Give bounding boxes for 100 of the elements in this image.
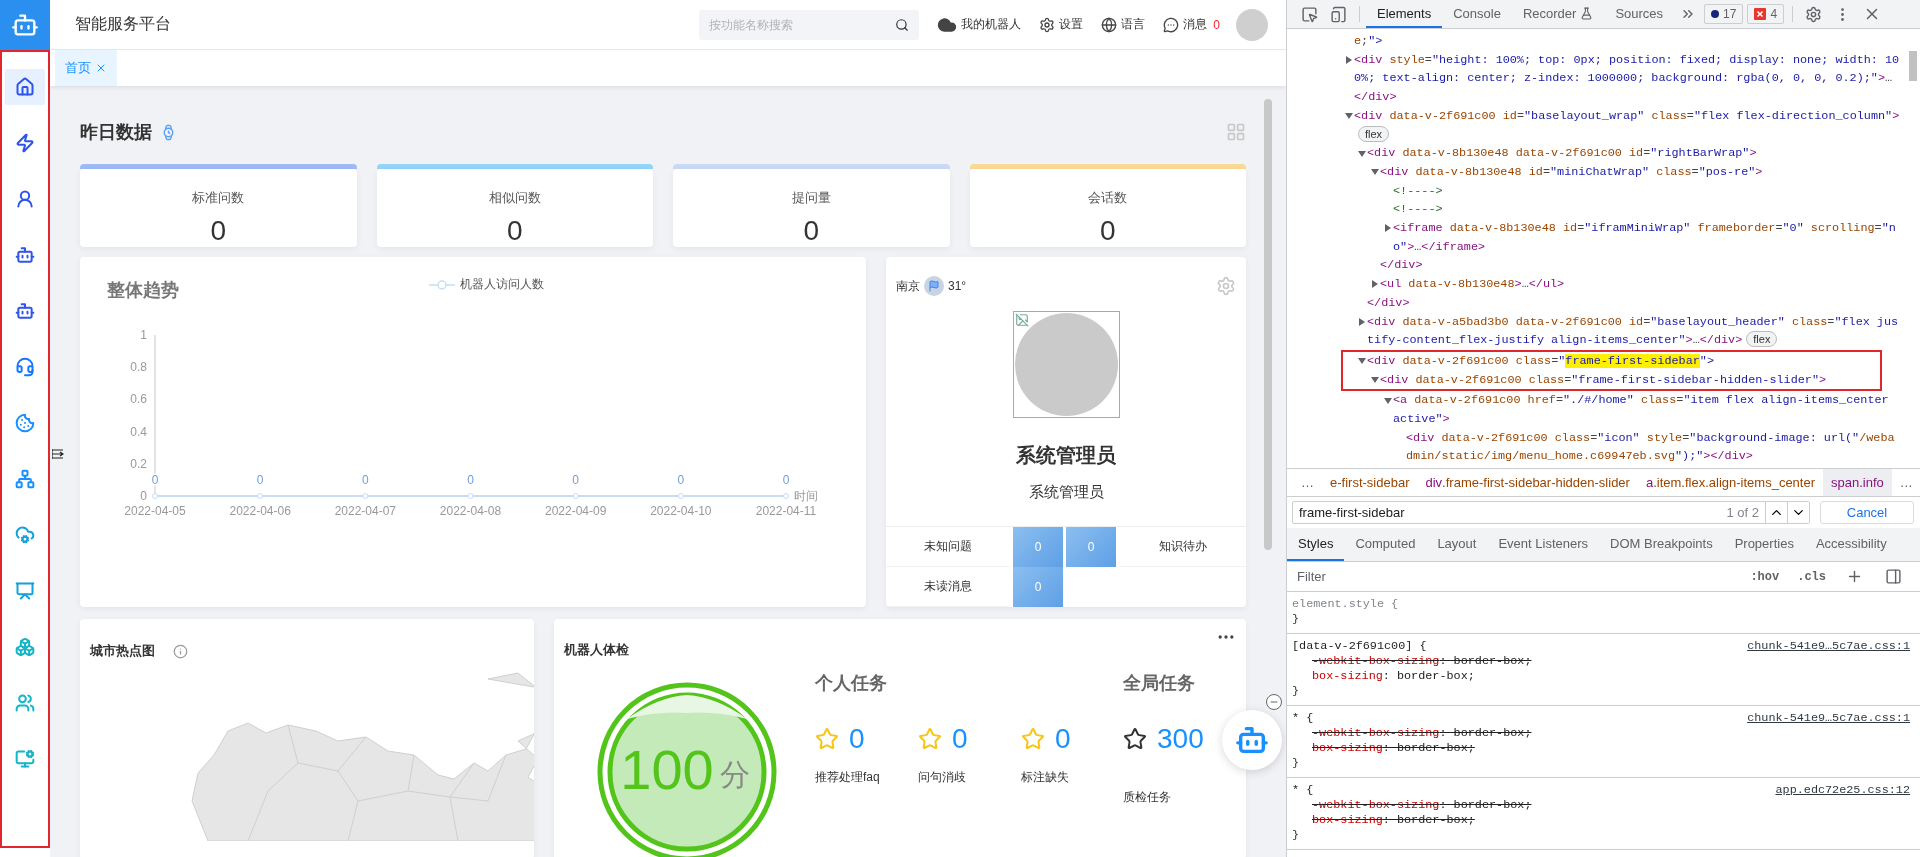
legend-label[interactable]: 机器人访问人数 bbox=[460, 276, 544, 293]
info-icon[interactable] bbox=[173, 643, 188, 659]
panel-tab[interactable]: Event Listeners bbox=[1487, 528, 1600, 561]
stat-label: 会话数 bbox=[1088, 189, 1128, 207]
search-field[interactable]: 按功能名称搜索 bbox=[699, 9, 920, 40]
devtools-tab[interactable]: Console bbox=[1442, 0, 1512, 28]
header-link[interactable]: 消息 0 bbox=[1163, 16, 1220, 33]
next-match-button[interactable] bbox=[1787, 502, 1809, 523]
panel-tab[interactable]: Layout bbox=[1426, 528, 1488, 561]
data-label: 0 bbox=[782, 473, 790, 487]
header-link[interactable]: 我的机器人 bbox=[937, 14, 1022, 35]
css-declaration[interactable]: box-sizing: border-box; bbox=[1292, 669, 1475, 684]
dom-line[interactable]: </div> bbox=[1380, 256, 1900, 276]
score-unit: 分 bbox=[720, 758, 750, 791]
dom-line[interactable]: <div data-v-8b130e48 id="miniChatWrap" class="pos-re"> bbox=[1380, 162, 1900, 182]
issues-counter[interactable]: 17 bbox=[1704, 4, 1744, 24]
breadcrumb[interactable]: span.info bbox=[1823, 469, 1892, 496]
triangle-icon[interactable] bbox=[1358, 357, 1366, 366]
logo-tile[interactable] bbox=[0, 0, 50, 50]
breadcrumb[interactable]: div.frame-first-sidebar-hidden-slider bbox=[1417, 469, 1638, 496]
tick-label: 0 bbox=[140, 489, 147, 503]
tick-label: 2022-04-05 bbox=[124, 504, 186, 518]
person-icon bbox=[15, 189, 35, 209]
triangle-icon[interactable] bbox=[1371, 376, 1379, 384]
panel-tab[interactable]: Computed bbox=[1344, 528, 1427, 561]
scrollbar-thumb[interactable] bbox=[1909, 51, 1917, 81]
weather-icon bbox=[924, 276, 944, 296]
panel-tab[interactable]: Properties bbox=[1723, 528, 1805, 561]
dom-line[interactable]: <div data-v-2f691c00 class="frame-first-sidebar-hidden-slider"> bbox=[1380, 370, 1874, 390]
tick-label: 2022-04-08 bbox=[439, 504, 502, 518]
dom-line[interactable]: <div style="height: 100%; top: 0px; position: fixed; display: none; width: 100%; text-align: center; z-index: 1000000; background: rgba(0, 0, 0, 0.2);">…</div> bbox=[1354, 50, 1900, 107]
header-link[interactable]: 设置 bbox=[1039, 16, 1084, 33]
cookie-icon bbox=[15, 413, 35, 433]
task-group-title: 全局任务 bbox=[1123, 672, 1196, 695]
find-input[interactable]: frame-first-sidebar bbox=[1293, 505, 1727, 520]
close-icon[interactable] bbox=[95, 62, 107, 74]
tick-label: 2022-04-09 bbox=[544, 504, 607, 518]
triangle-icon[interactable] bbox=[1371, 280, 1379, 289]
source-link[interactable]: chunk-541e9…5c7ae.css:1 bbox=[1747, 711, 1910, 726]
css-brace: } bbox=[1292, 684, 1301, 699]
css-declaration[interactable]: -webkit-box-sizing: border-box; bbox=[1292, 726, 1532, 741]
dom-line[interactable]: <div data-v-a5bad3b0 data-v-2f691c00 id="baselayout_header" class="flex justify-content_flex-justify align-items_center">…</div> flex bbox=[1367, 312, 1900, 350]
task-group-title: 个人任务 bbox=[815, 672, 888, 695]
errors-counter[interactable]: 4 bbox=[1747, 4, 1785, 24]
score-value: 100 bbox=[620, 738, 714, 801]
devtools-tab[interactable]: Elements bbox=[1366, 0, 1443, 28]
tick-label: 2022-04-07 bbox=[334, 504, 397, 518]
breadcrumb[interactable]: a.item.flex.align-items_center bbox=[1637, 469, 1823, 496]
dom-line[interactable]: <ul data-v-8b130e48>…</ul> bbox=[1380, 275, 1900, 294]
breadcrumb-more[interactable]: … bbox=[1293, 469, 1322, 496]
dom-line[interactable]: e;"> bbox=[1354, 32, 1900, 51]
header-link[interactable]: 语言 bbox=[1101, 16, 1146, 33]
error-icon bbox=[1754, 8, 1767, 20]
stat-label: 未知问题 bbox=[886, 527, 1010, 567]
panel-tab[interactable]: DOM Breakpoints bbox=[1599, 528, 1724, 561]
css-declaration[interactable]: box-sizing: border-box; bbox=[1292, 813, 1475, 828]
data-point bbox=[783, 493, 789, 499]
data-label: 0 bbox=[362, 473, 369, 487]
triangle-icon[interactable] bbox=[1358, 149, 1366, 158]
dom-line[interactable]: <iframe data-v-8b130e48 id="iframMiniWrap" frameborder="0" scrolling="no">…</iframe> bbox=[1393, 219, 1900, 257]
style-tool-button[interactable]: :hov bbox=[1746, 569, 1784, 584]
sidebar-item[interactable] bbox=[5, 69, 45, 105]
triangle-icon[interactable] bbox=[1384, 224, 1392, 233]
dom-line[interactable]: <div data-v-2f691c00 class="icon" style="background-image: url("/webadmin/static/img/menu_home.c69947eb.svg");"></div> bbox=[1406, 428, 1900, 467]
triangle-icon[interactable] bbox=[1345, 56, 1353, 65]
style-tool-button[interactable]: .cls bbox=[1793, 569, 1830, 584]
dom-line[interactable]: <a data-v-2f691c00 href="./#/home" class="item flex align-items_center active"> bbox=[1393, 391, 1900, 429]
stat-value: 0 bbox=[506, 215, 523, 247]
temperature: 31° bbox=[948, 279, 967, 293]
dot-icon bbox=[1711, 10, 1720, 18]
dom-line[interactable]: <div data-v-2f691c00 id="baselayout_wrap" class="flex flex-direction_column"> flex bbox=[1354, 106, 1900, 145]
task-label: 问句消歧 bbox=[918, 769, 967, 786]
tick-label: 1 bbox=[140, 328, 147, 342]
triangle-icon[interactable] bbox=[1371, 168, 1379, 177]
source-link[interactable]: chunk-541e9…5c7ae.css:1 bbox=[1747, 639, 1910, 654]
dom-line[interactable]: </div> bbox=[1367, 293, 1900, 313]
find-field[interactable]: frame-first-sidebar 1 of 2 bbox=[1292, 501, 1810, 524]
source-link[interactable]: app.edc72e25.css:12 bbox=[1775, 783, 1910, 798]
triangle-icon[interactable] bbox=[1358, 317, 1366, 326]
breadcrumb-more[interactable]: … bbox=[1891, 469, 1920, 496]
breadcrumb[interactable]: e-first-sidebar bbox=[1322, 469, 1418, 496]
triangle-icon[interactable] bbox=[1345, 112, 1353, 121]
collapse-toggle-icon[interactable] bbox=[52, 449, 64, 459]
dom-line[interactable]: <!----> bbox=[1393, 200, 1900, 220]
devtools-tab[interactable]: Sources bbox=[1604, 0, 1675, 28]
panel-tab[interactable]: Styles bbox=[1287, 528, 1345, 561]
css-declaration[interactable]: -webkit-box-sizing: border-box; bbox=[1292, 798, 1532, 813]
dom-line[interactable]: <!----> bbox=[1393, 181, 1900, 201]
cancel-button[interactable]: Cancel bbox=[1820, 501, 1914, 524]
css-declaration[interactable]: box-sizing: border-box; bbox=[1292, 741, 1475, 756]
dom-line[interactable]: <div data-v-8b130e48 data-v-2f691c00 id="rightBarWrap"> bbox=[1367, 144, 1900, 163]
triangle-icon[interactable] bbox=[1384, 396, 1392, 405]
panel-tab[interactable]: Accessibility bbox=[1804, 528, 1898, 561]
headset-icon bbox=[15, 357, 35, 377]
task-label: 质检任务 bbox=[1123, 789, 1172, 806]
dom-line[interactable]: <div data-v-2f691c00 class="frame-first-sidebar"> bbox=[1367, 351, 1874, 371]
css-declaration[interactable]: -webkit-box-sizing: border-box; bbox=[1292, 654, 1532, 669]
devtools-tab[interactable]: Recorder bbox=[1511, 0, 1605, 28]
tick-label: 0.4 bbox=[130, 424, 147, 439]
scrollbar-thumb[interactable] bbox=[1264, 99, 1272, 550]
